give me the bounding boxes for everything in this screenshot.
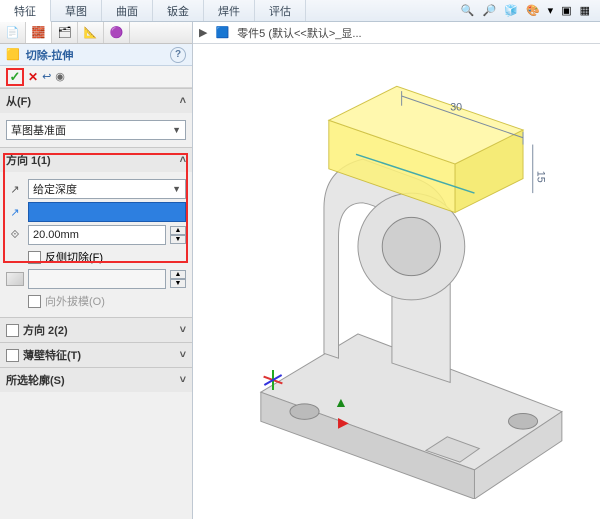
dir2-checkbox[interactable] [6,324,19,337]
depth-input[interactable]: 20.00mm [28,225,166,245]
dim-width: 30 [450,102,462,114]
from-select[interactable]: 草图基准面 ▼ [6,120,186,140]
chevron-down-icon: ˅ [180,349,186,361]
preview-toggle[interactable] [55,70,65,83]
ok-button[interactable] [6,68,24,86]
tab-features[interactable]: 特征 [0,0,51,22]
reverse-direction-icon[interactable]: ↗ [6,180,24,198]
property-manager-panel: 📄 🧱 🗂 📐 🟣 🟨 切除-拉伸 ? 从(F) ˄ [0,22,193,519]
panel-tab-property[interactable]: 🧱 [26,22,52,43]
from-select-value: 草图基准面 [11,122,66,138]
tab-surface[interactable]: 曲面 [102,0,153,21]
tab-sketch[interactable]: 草图 [51,0,102,21]
panel-tab-dim[interactable]: 📐 [78,22,104,43]
section-thin-label: 薄壁特征(T) [23,347,81,363]
thin-checkbox[interactable] [6,349,19,362]
section-thin: 薄壁特征(T) ˅ [0,342,192,367]
tab-evaluate[interactable]: 评估 [255,0,306,21]
section-from-label: 从(F) [6,93,31,109]
model-preview: 30 15 [223,62,590,499]
tab-sheetmetal[interactable]: 钣金 [153,0,204,21]
zoom-fit-icon[interactable]: 🔍 [461,4,475,17]
action-bar [0,66,192,88]
feature-title: 切除-拉伸 [26,47,74,63]
reverse-cut-label: 反侧切除(F) [45,249,103,265]
feature-title-bar: 🟨 切除-拉伸 ? [0,44,192,66]
canvas-breadcrumb: ▶ 🟦 零件5 (默认<<默认>_显... [193,22,600,44]
repeat-button[interactable] [42,70,51,83]
end-condition-select[interactable]: 给定深度 ▼ [28,179,186,199]
dim-height: 15 [535,171,547,183]
panel-tab-strip: 📄 🧱 🗂 📐 🟣 [0,22,192,44]
panel-tab-config[interactable]: 🗂 [52,22,78,43]
hide-show-icon[interactable]: ▾ [548,4,554,17]
cut-extrude-icon: 🟨 [6,48,20,61]
chevron-down-icon: ˅ [180,374,186,386]
section-from: 从(F) ˄ 草图基准面 ▼ [0,88,192,147]
direction-vector-icon[interactable]: ↗ [6,203,24,221]
depth-icon: ⟐ [6,226,24,244]
end-condition-value: 给定深度 [33,181,77,197]
draft-outward-label: 向外拔模(O) [45,293,105,309]
view-toolbar: 🔍 🔎 🧊 🎨 ▾ ▣ ▦ [451,0,600,21]
dropdown-icon: ▼ [172,184,181,194]
chevron-down-icon: ˅ [180,324,186,336]
document-name[interactable]: 零件5 (默认<<默认>_显... [237,25,361,41]
reverse-cut-checkbox[interactable] [28,251,41,264]
chevron-up-icon: ˄ [180,95,186,107]
section-contours-label: 所选轮廓(S) [6,372,65,388]
section-thin-header[interactable]: 薄壁特征(T) ˅ [0,343,192,367]
draft-outward-checkbox[interactable] [28,295,41,308]
view-orient-icon[interactable]: 🧊 [504,4,518,17]
scene-icon[interactable]: ▦ [580,4,590,17]
graphics-viewport[interactable]: ▶ 🟦 零件5 (默认<<默认>_显... [193,22,600,519]
chevron-up-icon: ˄ [180,154,186,166]
depth-spinner[interactable]: ▲▼ [170,226,186,244]
depth-value: 20.00mm [33,229,79,241]
help-icon[interactable]: ? [170,47,186,63]
draft-icon[interactable] [6,270,24,288]
ribbon-tabs: 特征 草图 曲面 钣金 焊件 评估 🔍 🔎 🧊 🎨 ▾ ▣ ▦ [0,0,600,22]
section-dir1-label: 方向 1(1) [6,152,51,168]
appearance-icon[interactable]: ▣ [561,4,571,17]
check-icon [10,69,21,85]
section-dir2: 方向 2(2) ˅ [0,317,192,342]
section-contours-header[interactable]: 所选轮廓(S) ˅ [0,368,192,392]
draft-angle-input [28,269,166,289]
section-dir1: 方向 1(1) ˄ ↗ 给定深度 ▼ ↗ ⟐ [0,147,192,317]
tab-weldments[interactable]: 焊件 [204,0,255,21]
section-dir1-header[interactable]: 方向 1(1) ˄ [0,148,192,172]
section-contours: 所选轮廓(S) ˅ [0,367,192,392]
zoom-area-icon[interactable]: 🔎 [483,4,497,17]
dropdown-icon: ▼ [172,125,181,135]
part-icon: 🟦 [215,26,229,39]
panel-tab-feature-tree[interactable]: 📄 [0,22,26,43]
section-dir2-label: 方向 2(2) [23,322,68,338]
breadcrumb-arrow-icon[interactable]: ▶ [199,26,207,39]
panel-tab-appearance[interactable]: 🟣 [104,22,130,43]
display-style-icon[interactable]: 🎨 [526,4,540,17]
direction-reference-input[interactable] [28,202,186,222]
cancel-button[interactable] [28,70,38,84]
section-dir2-header[interactable]: 方向 2(2) ˅ [0,318,192,342]
section-from-header[interactable]: 从(F) ˄ [0,89,192,113]
draft-spinner[interactable]: ▲▼ [170,270,186,288]
